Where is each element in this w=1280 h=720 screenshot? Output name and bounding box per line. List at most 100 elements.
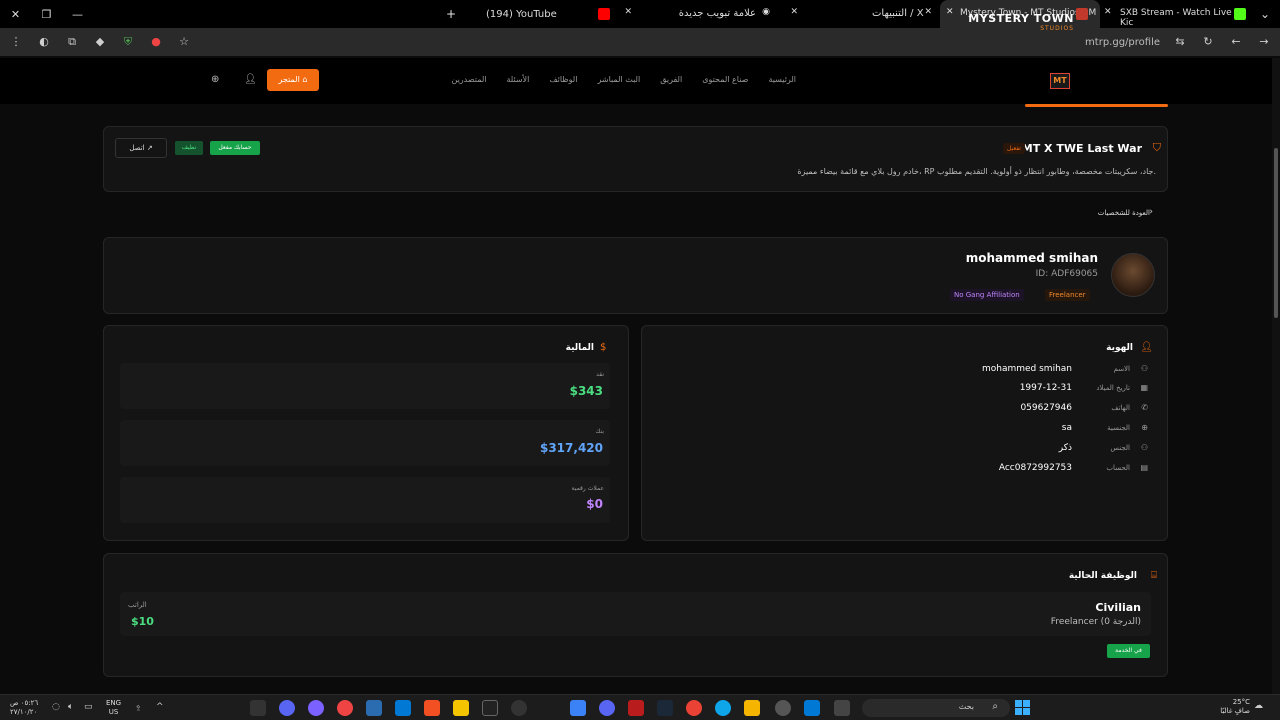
external-link-icon: ↗ <box>146 144 153 152</box>
app-icon-1[interactable] <box>250 700 266 716</box>
close-window-icon[interactable]: ✕ <box>0 8 31 21</box>
server-status-badge: تفعيل <box>1003 143 1025 154</box>
tab-search-chevron-icon[interactable]: ⌄ <box>1260 7 1270 21</box>
close-tab-icon[interactable]: ✕ <box>1104 7 1112 17</box>
store-button[interactable]: المتجر ⌂ <box>267 69 319 91</box>
restore-window-icon[interactable]: ❐ <box>31 8 62 21</box>
weather-widget[interactable]: 25°C صافٍ غالبًا <box>1220 698 1250 716</box>
app-icon-20[interactable] <box>834 700 850 716</box>
chat-icon[interactable]: ◌ <box>52 702 60 712</box>
close-tab-icon[interactable]: ✕ <box>946 7 954 17</box>
menu-dots-icon[interactable]: ⋮ <box>8 34 24 50</box>
bank-label: بنك <box>595 428 604 435</box>
chrome-active-icon[interactable] <box>775 700 791 716</box>
clock-time: ٠٥:٢٦ ص <box>10 699 39 707</box>
tab-new-tab-label: علامة تبويب جديدة <box>678 8 756 19</box>
shield-extension-icon[interactable]: ⛨ <box>120 34 136 50</box>
name-label: الاسم <box>1113 365 1130 373</box>
connect-button-label: اتصل <box>129 144 145 152</box>
epic-games-icon[interactable] <box>482 700 498 716</box>
edge-icon[interactable] <box>715 700 731 716</box>
nav-faq[interactable]: الأسئلة <box>507 75 530 84</box>
app-icon-6[interactable] <box>395 700 411 716</box>
site-logo[interactable]: MYSTERY TOWN STUDIOS <box>968 12 1074 32</box>
logo-mark[interactable]: MT <box>1050 73 1070 89</box>
nav-jobs[interactable]: الوظائف <box>549 75 577 84</box>
network-icon[interactable]: ▭ <box>84 702 93 712</box>
site-settings-icon[interactable]: ⇆ <box>1172 34 1188 50</box>
globe-icon[interactable]: ⊕ <box>211 74 219 85</box>
salary-value: $10 <box>131 615 154 628</box>
gender-value: ذكر <box>1058 443 1072 453</box>
app-icon-11[interactable] <box>570 700 586 716</box>
file-explorer-icon[interactable] <box>744 700 760 716</box>
tab-kick[interactable]: ✕ SXB Stream - Watch Live on Kic <box>1100 0 1250 28</box>
cash-box <box>120 363 610 409</box>
app-icon-4[interactable] <box>337 700 353 716</box>
language-indicator[interactable]: ENG US <box>106 699 121 717</box>
forward-arrow-icon[interactable]: → <box>1256 34 1272 50</box>
extension-diamond-icon[interactable]: ◆ <box>92 34 108 50</box>
app-icon-3[interactable] <box>308 700 324 716</box>
nav-leaderboard[interactable]: المتصدرين <box>451 75 486 84</box>
user-icon[interactable]: 👤︎ <box>244 74 257 85</box>
profile-card <box>103 237 1168 314</box>
page-scrollbar[interactable] <box>1272 58 1280 694</box>
close-tab-icon[interactable]: ✕ <box>624 7 632 17</box>
start-icon[interactable] <box>1015 700 1030 715</box>
back-arrow-icon[interactable]: ← <box>1228 34 1244 50</box>
chrome-taskbar-icon[interactable] <box>686 700 702 716</box>
app-icon-7[interactable] <box>424 700 440 716</box>
cash-label: نقد <box>596 371 604 378</box>
on-duty-badge: في الخدمة <box>1107 644 1150 658</box>
tab-youtube-label: (194) YouTube <box>486 8 557 20</box>
reload-icon[interactable]: ↻ <box>1200 34 1216 50</box>
job-grade: Freelancer (الدرجة 0) <box>1050 617 1141 627</box>
tab-x[interactable]: التنبيهات / X ✕ <box>866 0 938 28</box>
tab-youtube[interactable]: (194) YouTube ✕ <box>478 0 638 28</box>
extension-red-icon[interactable]: ● <box>148 34 164 50</box>
tab-x-label: التنبيهات / X <box>872 8 924 19</box>
crypto-box <box>120 477 610 523</box>
account-active-button[interactable]: حسابك مفعل <box>210 141 260 155</box>
app-icon-5[interactable] <box>366 700 382 716</box>
nationality-label: الجنسية <box>1107 424 1130 432</box>
store-icon[interactable] <box>804 700 820 716</box>
url-field[interactable]: mtrp.gg/profile <box>1085 37 1160 48</box>
taskbar-search[interactable]: بحث ⌕ <box>862 699 1010 717</box>
nav-team[interactable]: الفريق <box>660 75 682 84</box>
back-to-characters-link[interactable]: العودة للشخصيات <box>1098 209 1150 217</box>
puzzle-icon[interactable]: ⧉ <box>64 34 80 50</box>
profile-name: mohammed smihan <box>965 251 1098 265</box>
active-nav-indicator <box>1025 104 1168 107</box>
address-bar: ⋮ ◐ ⧉ ◆ ⛨ ● ☆ mtrp.gg/profile ⇆ ↻ ← → <box>0 28 1280 56</box>
identity-icon: 👤︎ <box>1140 342 1153 353</box>
gender-label: الجنس <box>1110 444 1130 452</box>
nav-live[interactable]: البث المباشر <box>597 75 640 84</box>
extension-icon[interactable]: ◐ <box>36 34 52 50</box>
bank-value: $317,420 <box>539 441 603 455</box>
connect-button[interactable]: اتصل ↗ <box>115 138 167 158</box>
mic-icon[interactable]: ⍚ <box>136 702 141 712</box>
chevron-right-icon[interactable]: › <box>1149 207 1153 217</box>
steam-icon[interactable] <box>657 700 673 716</box>
discord-icon[interactable] <box>599 700 615 716</box>
nav-home[interactable]: الرئيسية <box>768 75 796 84</box>
nav-creators[interactable]: صناع المحتوى <box>702 75 748 84</box>
app-icon-8[interactable] <box>453 700 469 716</box>
new-tab-icon[interactable]: + <box>446 7 456 21</box>
minimize-window-icon[interactable]: — <box>62 8 93 21</box>
scrollbar-thumb[interactable] <box>1274 148 1278 318</box>
crypto-value: $0 <box>586 497 603 511</box>
chevron-up-icon[interactable]: ^ <box>156 702 164 712</box>
taskbar-clock[interactable]: ٠٥:٢٦ ص ٢٧/١٠/٢٠ <box>10 699 38 717</box>
bookmark-star-icon[interactable]: ☆ <box>176 34 192 50</box>
volume-icon[interactable]: 🔈︎ <box>68 702 73 712</box>
app-icon-2[interactable] <box>279 700 295 716</box>
app-icon-10[interactable] <box>511 700 527 716</box>
close-tab-icon[interactable]: ✕ <box>790 7 798 17</box>
taskbar: ٠٥:٢٦ ص ٢٧/١٠/٢٠ ◌ 🔈︎ ▭ ENG US ⍚ ^ بحث ⌕… <box>0 694 1280 720</box>
app-icon-13[interactable] <box>628 700 644 716</box>
tab-new-tab[interactable]: علامة تبويب جديدة ◉ ✕ <box>646 0 798 28</box>
job-name: Civilian <box>1095 601 1141 614</box>
